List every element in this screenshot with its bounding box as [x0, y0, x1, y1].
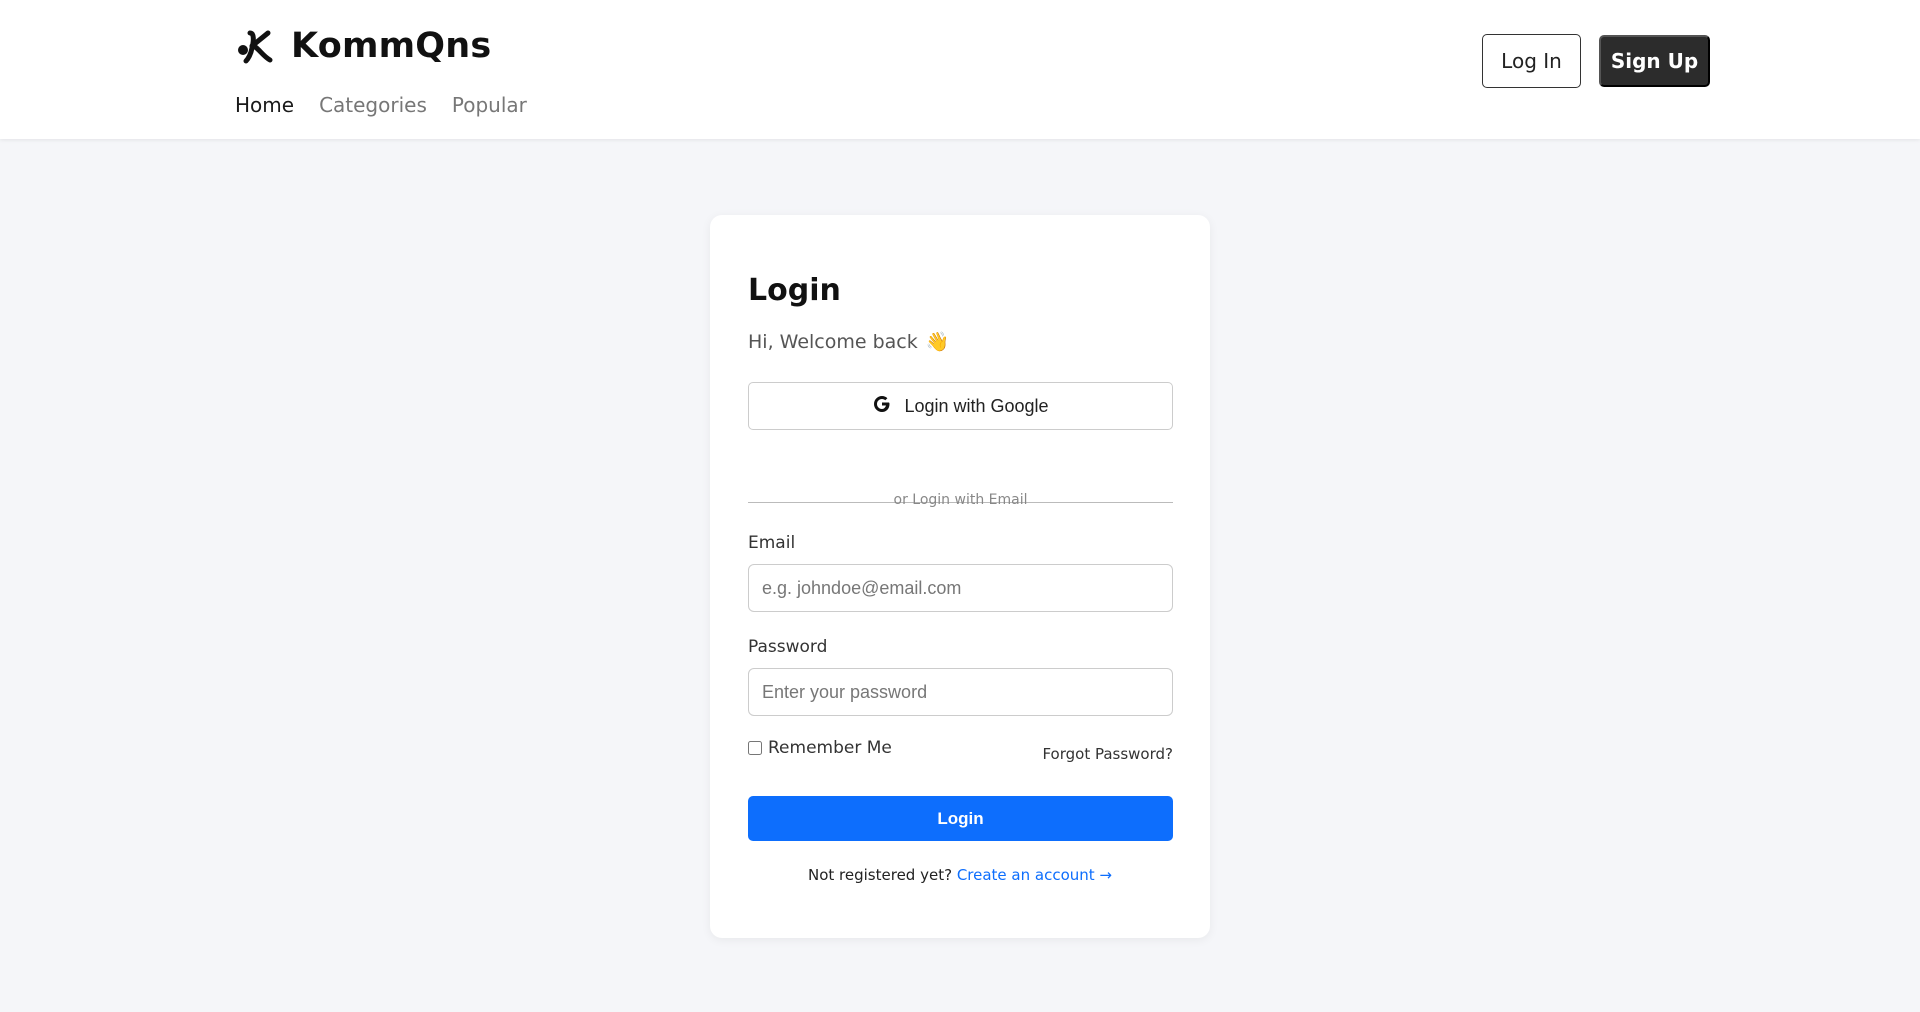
main-nav: Home Categories Popular — [235, 93, 527, 117]
email-divider: or Login with Email — [748, 492, 1173, 512]
nav-popular[interactable]: Popular — [452, 93, 527, 117]
password-label: Password — [748, 637, 828, 657]
create-account-link[interactable]: Create an account → — [957, 866, 1112, 884]
email-input[interactable] — [748, 564, 1173, 612]
remember-me-label: Remember Me — [768, 738, 892, 758]
email-label: Email — [748, 533, 796, 553]
password-input[interactable] — [748, 668, 1173, 716]
header-login-button[interactable]: Log In — [1482, 34, 1581, 88]
register-prompt-text: Not registered yet? — [808, 866, 953, 884]
waving-hand-icon: 👋 — [925, 331, 950, 353]
remember-me[interactable]: Remember Me — [748, 738, 892, 758]
welcome-subtitle: Hi, Welcome back 👋 — [748, 330, 950, 354]
brand[interactable]: KommQns — [235, 26, 491, 66]
google-button-label: Login with Google — [904, 395, 1049, 416]
login-title: Login — [748, 273, 841, 308]
login-submit-button[interactable]: Login — [748, 796, 1173, 841]
brand-name: KommQns — [291, 26, 492, 66]
divider-text: or Login with Email — [893, 492, 1028, 508]
google-g-icon — [872, 394, 892, 419]
remember-me-checkbox[interactable] — [748, 741, 762, 755]
header-signup-button[interactable]: Sign Up — [1599, 35, 1710, 87]
top-header: KommQns Home Categories Popular Log In S… — [0, 0, 1920, 139]
forgot-password-link[interactable]: Forgot Password? — [1042, 745, 1173, 763]
login-card: Login Hi, Welcome back 👋 Login with Goog… — [710, 215, 1210, 938]
nav-categories[interactable]: Categories — [319, 93, 427, 117]
register-prompt: Not registered yet? Create an account → — [710, 866, 1210, 884]
welcome-text: Hi, Welcome back — [748, 330, 918, 353]
k-logo-icon — [235, 26, 275, 66]
nav-home[interactable]: Home — [235, 93, 294, 117]
google-login-button[interactable]: Login with Google — [748, 382, 1173, 430]
